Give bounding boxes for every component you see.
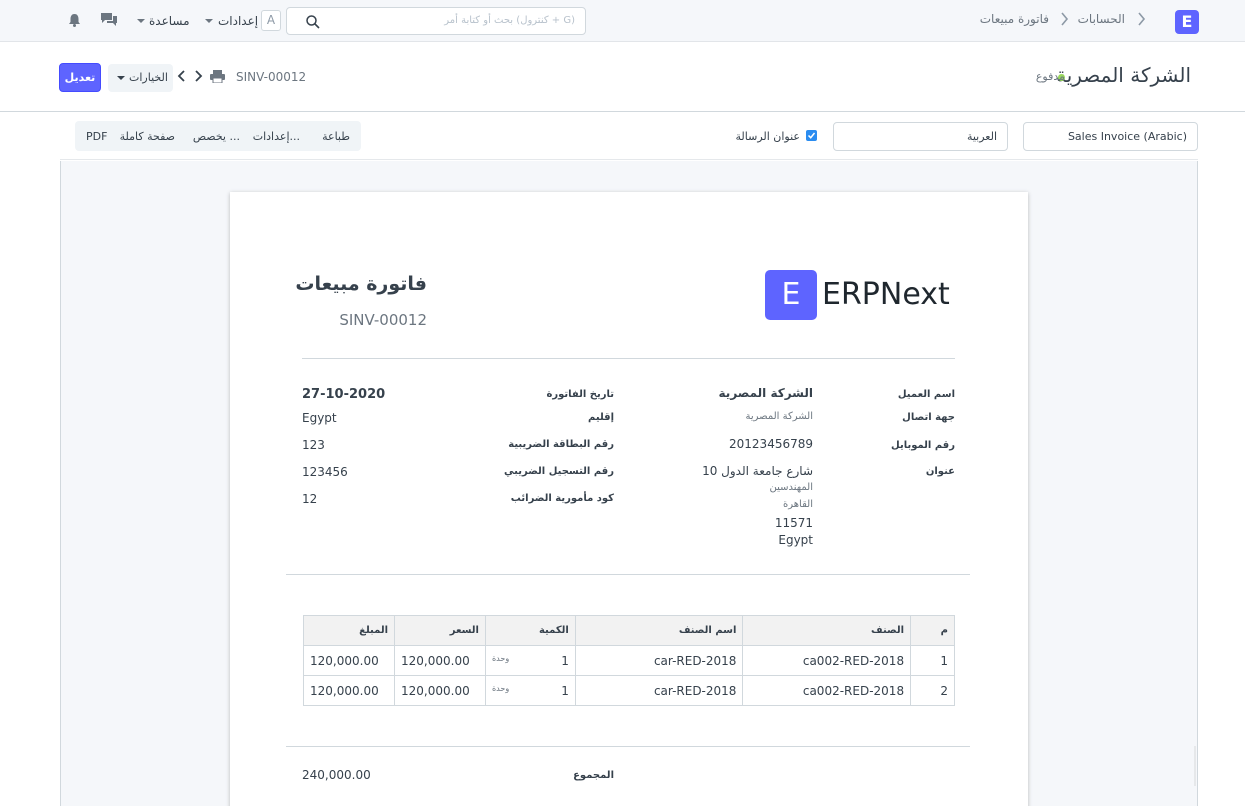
label-customer-name: اسم العميل [897, 389, 955, 400]
bell-icon[interactable] [68, 13, 81, 27]
label-mobile: رقم الموبايل [891, 440, 955, 451]
full-page-button[interactable]: صفحة كاملة [120, 130, 175, 143]
caret-down-icon [117, 76, 125, 80]
edit-button[interactable]: تعديل [59, 63, 101, 92]
table-row: 1 ca002-RED-2018 car-RED-2018 1 وحدة 120,… [302, 645, 955, 676]
caret-down-icon [205, 19, 213, 23]
label-invoice-date: تاريخ الفاتورة [546, 389, 614, 400]
label-territory: إقليم [588, 412, 614, 423]
app-logo[interactable]: E [1175, 10, 1199, 34]
value-tax-office-code: 12 [302, 492, 318, 506]
search-icon [306, 15, 320, 29]
value-tax-registration: 123456 [302, 465, 348, 479]
label-total: المجموع [573, 770, 614, 781]
cell-amount: 120,000.00 [302, 675, 396, 706]
divider [286, 574, 970, 575]
cell-idx: 1 [910, 645, 955, 676]
value-invoice-date: 27-10-2020 [302, 387, 386, 402]
brand-name: ERPNext [822, 277, 950, 312]
value-address-line: القاهرة [783, 499, 813, 510]
table-header-row: م الصنف اسم الصنف الكمية السعر المبلغ [302, 615, 955, 646]
value-tax-card: 123 [302, 438, 325, 452]
invoice-number: SINV-00012 [339, 311, 427, 329]
cell-rate: 120,000.00 [394, 675, 486, 706]
cell-item-name: car-RED-2018 [574, 645, 744, 676]
divider [286, 746, 970, 747]
invoice-title: فاتورة مبيعات [295, 273, 427, 295]
check-icon [807, 132, 816, 139]
value-customer-name: الشركة المصرية [718, 386, 813, 400]
value-total: 240,000.00 [302, 768, 371, 782]
printer-icon[interactable] [210, 70, 225, 83]
cell-qty: 1 وحدة [484, 645, 576, 676]
language-select[interactable]: العربية [833, 122, 1008, 151]
cell-amount: 120,000.00 [302, 645, 396, 676]
doc-name: SINV-00012 [236, 70, 307, 84]
caret-down-icon [137, 19, 145, 23]
col-header-item-code: الصنف [742, 615, 912, 646]
print-button[interactable]: طباعة [322, 130, 350, 143]
divider [302, 358, 955, 359]
value-territory: Egypt [302, 411, 337, 425]
label-tax-office-code: كود مأمورية الضرائب [510, 493, 614, 504]
customize-button[interactable]: يخصص ... [193, 130, 240, 143]
value-mobile: 20123456789 [729, 437, 813, 451]
cell-item-name: car-RED-2018 [574, 675, 744, 706]
scroll-edge [1194, 746, 1196, 786]
next-doc-icon[interactable] [194, 69, 203, 83]
cell-qty-value: 1 [561, 683, 569, 698]
menu-button-label: الخيارات [129, 71, 168, 84]
items-table: م الصنف اسم الصنف الكمية السعر المبلغ 1 … [302, 615, 955, 706]
chevron-right-icon [1061, 12, 1069, 26]
print-settings-button[interactable]: إعدادات... [253, 130, 300, 143]
table-row: 2 ca002-RED-2018 car-RED-2018 1 وحدة 120,… [302, 675, 955, 706]
settings-dropdown[interactable]: إعدادات [218, 14, 258, 28]
label-tax-card: رقم البطاقة الضريبية [508, 439, 614, 450]
cell-item-code: ca002-RED-2018 [742, 675, 912, 706]
col-header-rate: السعر [394, 615, 486, 646]
chevron-right-icon [1138, 12, 1146, 26]
breadcrumb-sales-invoice[interactable]: فاتورة مبيعات [980, 12, 1049, 26]
search-input[interactable]: بحث أو كتابة أمر (كنترول + G) [286, 7, 586, 35]
label-tax-registration: رقم التسجيل الضريبي [504, 466, 614, 477]
status-badge: مدفوع [1035, 70, 1065, 83]
help-dropdown[interactable]: مساعدة [149, 14, 190, 28]
cell-qty: 1 وحدة [484, 675, 576, 706]
cell-item-code: ca002-RED-2018 [742, 645, 912, 676]
page-margin [1198, 700, 1245, 806]
cell-uom: وحدة [491, 683, 510, 693]
col-header-idx: م [910, 615, 955, 646]
col-header-item-name: اسم الصنف [574, 615, 744, 646]
print-format-select[interactable]: Sales Invoice (Arabic) [1023, 122, 1198, 151]
value-address-line: 10 شارع جامعة الدول [702, 464, 813, 478]
search-placeholder: بحث أو كتابة أمر (كنترول + G) [444, 15, 575, 26]
value-address-line: المهندسين [769, 482, 814, 493]
col-header-qty: الكمية [484, 615, 576, 646]
value-address-line: Egypt [778, 533, 813, 547]
page-title: الشركة المصرية [1055, 63, 1191, 87]
cell-idx: 2 [910, 675, 955, 706]
label-contact: جهة اتصال [902, 412, 955, 423]
col-header-amount: المبلغ [302, 615, 396, 646]
letterhead-label: عنوان الرسالة [735, 130, 801, 143]
value-contact: الشركة المصرية [745, 411, 813, 422]
avatar[interactable]: A [261, 10, 281, 31]
cell-uom: وحدة [491, 653, 510, 663]
prev-doc-icon[interactable] [177, 69, 186, 83]
letterhead-checkbox[interactable] [806, 130, 817, 141]
label-address: عنوان [925, 466, 955, 477]
cell-qty-value: 1 [561, 653, 569, 668]
chat-icon[interactable] [100, 12, 118, 28]
pdf-button[interactable]: PDF [86, 130, 107, 143]
cell-rate: 120,000.00 [394, 645, 486, 676]
menu-button[interactable]: الخيارات [108, 64, 173, 92]
breadcrumb-accounts[interactable]: الحسابات [1078, 12, 1125, 26]
value-address-line: 11571 [774, 516, 813, 530]
brand-logo: E [765, 270, 817, 320]
